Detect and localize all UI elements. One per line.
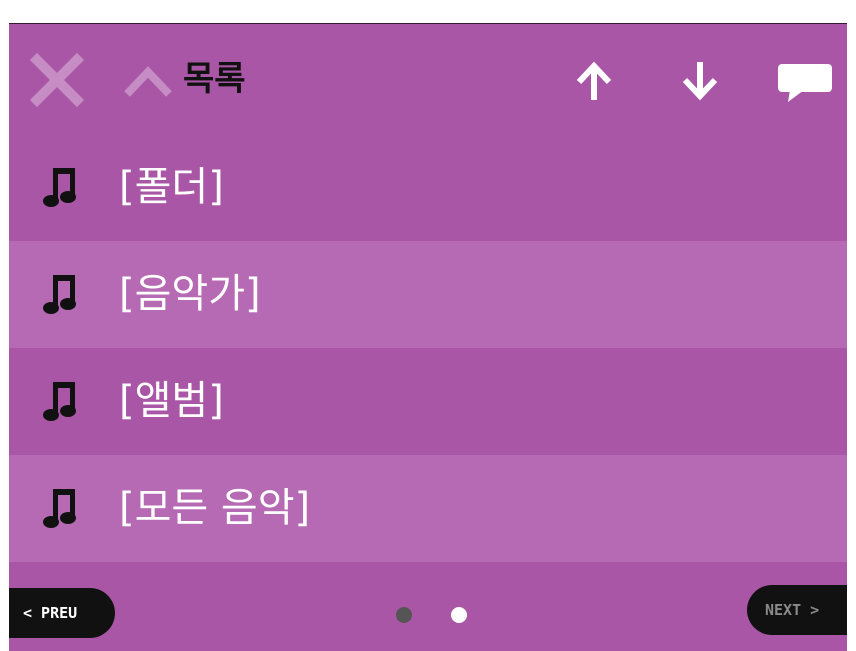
speech-bubble-icon (778, 64, 832, 102)
chat-button[interactable] (774, 60, 836, 104)
footer-bar: < PREU NEXT > (9, 583, 847, 651)
list-item[interactable]: [폴더] (9, 134, 847, 241)
music-note-icon (43, 275, 76, 314)
arrow-down-icon (682, 62, 718, 101)
list-item-label: [음악가] (119, 271, 261, 317)
parent-folder-button[interactable] (121, 60, 175, 100)
page-indicator-dot-2[interactable] (451, 607, 467, 623)
device-screen: 목록 [폴더] [음악가] [앨범] [모든 음악] < PREU NEXT > (9, 24, 847, 651)
list-item-label: [모든 음악] (119, 485, 311, 531)
page-indicator-dot-1[interactable] (396, 607, 412, 623)
list-item[interactable]: [음악가] (9, 241, 847, 348)
close-icon (29, 52, 85, 108)
scroll-up-button[interactable] (569, 56, 619, 106)
music-note-icon (43, 489, 76, 528)
header-bar: 목록 (9, 24, 847, 134)
prev-button[interactable]: < PREU (9, 588, 115, 638)
music-note-icon (43, 382, 76, 421)
list-item-label: [폴더] (119, 164, 224, 210)
next-button[interactable]: NEXT > (747, 585, 847, 635)
close-button[interactable] (29, 52, 85, 108)
arrow-up-icon (576, 61, 612, 100)
list-item[interactable]: [모든 음악] (9, 455, 847, 562)
page-title: 목록 (183, 59, 246, 99)
music-note-icon (43, 168, 76, 207)
menu-list: [폴더] [음악가] [앨범] [모든 음악] (9, 134, 847, 562)
chevron-up-icon (124, 66, 172, 97)
list-item[interactable]: [앨범] (9, 348, 847, 455)
list-item-label: [앨범] (119, 378, 224, 424)
scroll-down-button[interactable] (675, 56, 725, 106)
